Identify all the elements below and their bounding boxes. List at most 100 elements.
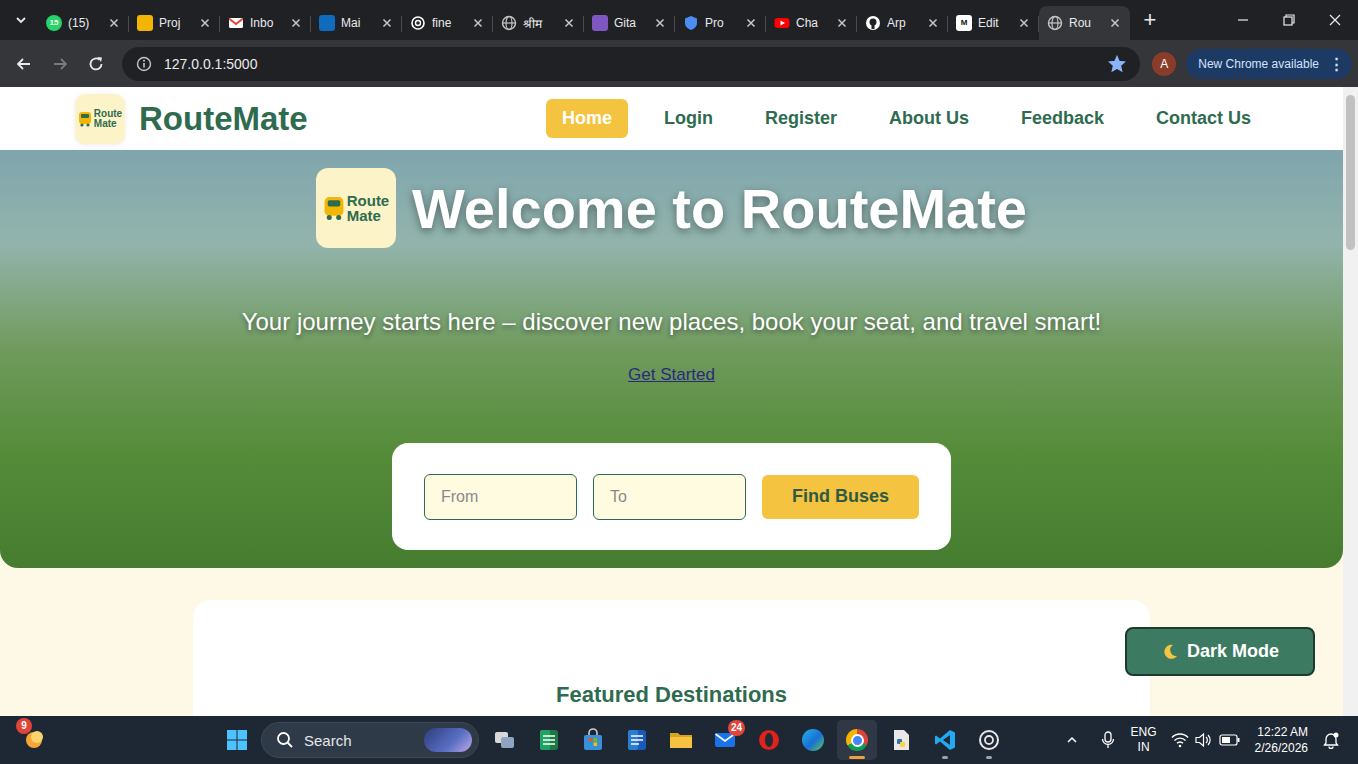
- tab[interactable]: Mai: [311, 6, 402, 40]
- taskbar-app[interactable]: [617, 720, 657, 760]
- search-box[interactable]: Search: [261, 722, 479, 758]
- from-input[interactable]: [424, 474, 577, 520]
- site-navbar: RouteMateRouteMate Home Login Register About…: [0, 87, 1343, 150]
- taskbar-apps: Search 24: [217, 720, 1009, 760]
- new-tab-button[interactable]: +: [1134, 4, 1166, 36]
- close-icon[interactable]: [926, 16, 940, 30]
- site-info-icon[interactable]: [136, 56, 152, 72]
- menu-button[interactable]: ⋮: [1329, 55, 1344, 73]
- close-icon[interactable]: [471, 16, 485, 30]
- hidden-icons-button[interactable]: [1059, 722, 1085, 758]
- close-icon[interactable]: [1108, 16, 1122, 30]
- get-started-link[interactable]: Get Started: [628, 364, 715, 386]
- language-text: ENG: [1131, 725, 1157, 740]
- close-icon[interactable]: [107, 16, 121, 30]
- nav-link[interactable]: Login: [648, 99, 729, 138]
- tab-title: Pro: [705, 16, 738, 30]
- taskbar-app[interactable]: [661, 720, 701, 760]
- taskbar-app[interactable]: [793, 720, 833, 760]
- nav-link[interactable]: About Us: [873, 99, 985, 138]
- tab[interactable]: 15(15): [38, 6, 129, 40]
- taskbar-app[interactable]: [485, 720, 525, 760]
- taskbar-app[interactable]: [837, 720, 877, 760]
- tab[interactable]: Inbo: [220, 6, 311, 40]
- quick-settings[interactable]: [1167, 732, 1245, 748]
- python-file-icon: [889, 728, 913, 752]
- close-icon[interactable]: [380, 16, 394, 30]
- start-button[interactable]: [217, 720, 257, 760]
- microphone-button[interactable]: [1095, 722, 1121, 758]
- taskbar-app[interactable]: [573, 720, 613, 760]
- logo-text: RouteMate: [94, 109, 122, 129]
- tab[interactable]: Arp: [857, 6, 948, 40]
- tab-title: Gita: [614, 16, 647, 30]
- scrollbar[interactable]: [1343, 87, 1358, 716]
- taskbar-app[interactable]: [529, 720, 569, 760]
- chatgpt-icon: [410, 15, 426, 31]
- address-bar[interactable]: 127.0.0.1:5000: [122, 47, 1140, 81]
- back-button[interactable]: [6, 46, 42, 82]
- restore-button[interactable]: [1266, 0, 1312, 40]
- nav-link[interactable]: Contact Us: [1140, 99, 1267, 138]
- forward-button[interactable]: [42, 46, 78, 82]
- notifications-button[interactable]: [1318, 722, 1344, 758]
- update-button[interactable]: New Chrome available⋮: [1186, 49, 1352, 79]
- tab[interactable]: Pro: [675, 6, 766, 40]
- hero-title: Welcome to RouteMate: [412, 176, 1027, 241]
- nav-link[interactable]: Register: [749, 99, 853, 138]
- close-icon[interactable]: [653, 16, 667, 30]
- bookmark-star-icon[interactable]: [1108, 55, 1126, 73]
- tab[interactable]: Rou: [1039, 6, 1130, 40]
- page: RouteMateRouteMateHomeLoginRegisterAbout…: [0, 87, 1343, 716]
- favicon-text: 15: [50, 19, 59, 27]
- tab[interactable]: श्रीम: [493, 6, 584, 40]
- battery-icon: [1219, 733, 1241, 747]
- widgets-button[interactable]: 9: [20, 726, 48, 754]
- minimize-button[interactable]: [1220, 0, 1266, 40]
- logo-text: RouteMate: [347, 193, 390, 223]
- close-icon[interactable]: [744, 16, 758, 30]
- moon-icon: [1161, 643, 1179, 661]
- close-icon[interactable]: [835, 16, 849, 30]
- input-language[interactable]: ENGIN: [1131, 725, 1157, 755]
- close-icon[interactable]: [562, 16, 576, 30]
- tab[interactable]: MEdit: [948, 6, 1039, 40]
- desktop: 15(15)ProjInboMaifineश्रीम Gita Pro Cha ArpM…: [0, 0, 1358, 764]
- brand[interactable]: RouteMateRouteMate: [75, 94, 308, 144]
- to-input[interactable]: [593, 474, 746, 520]
- find-buses-button[interactable]: Find Buses: [762, 475, 919, 519]
- hero-subtitle: Your journey starts here – discover new …: [242, 306, 1102, 338]
- scrollbar-thumb[interactable]: [1346, 95, 1355, 250]
- taskbar-app[interactable]: [881, 720, 921, 760]
- nav-link[interactable]: Home: [546, 99, 628, 138]
- tab[interactable]: Proj: [129, 6, 220, 40]
- profile-avatar[interactable]: A: [1152, 52, 1176, 76]
- browser-window: 15(15)ProjInboMaifineश्रीम Gita Pro Cha ArpM…: [0, 0, 1358, 716]
- close-icon[interactable]: [198, 16, 212, 30]
- favicon-icon: [1047, 15, 1063, 31]
- close-icon[interactable]: [1017, 16, 1031, 30]
- dark-mode-button[interactable]: Dark Mode: [1125, 627, 1315, 676]
- globe-icon: [501, 15, 517, 31]
- opera-icon: [757, 728, 781, 752]
- close-window-button[interactable]: [1312, 0, 1358, 40]
- favicon-icon: [410, 15, 426, 31]
- search-placeholder: Search: [304, 732, 352, 749]
- favicon-icon: [774, 15, 790, 31]
- tab[interactable]: Gita: [584, 6, 675, 40]
- reload-button[interactable]: [78, 46, 114, 82]
- taskbar-app[interactable]: [969, 720, 1009, 760]
- tab[interactable]: fine: [402, 6, 493, 40]
- tab-search-button[interactable]: [4, 3, 38, 37]
- nav-link[interactable]: Feedback: [1005, 99, 1120, 138]
- running-indicator: [942, 756, 948, 759]
- tab[interactable]: Cha: [766, 6, 857, 40]
- tab-title: Cha: [796, 16, 829, 30]
- close-icon[interactable]: [289, 16, 303, 30]
- taskbar-app[interactable]: [749, 720, 789, 760]
- taskbar-app[interactable]: 24: [705, 720, 745, 760]
- wifi-icon: [1171, 732, 1189, 748]
- taskbar-app[interactable]: [925, 720, 965, 760]
- favicon-icon: [228, 15, 244, 31]
- clock[interactable]: 12:22 AM2/26/2026: [1255, 724, 1308, 756]
